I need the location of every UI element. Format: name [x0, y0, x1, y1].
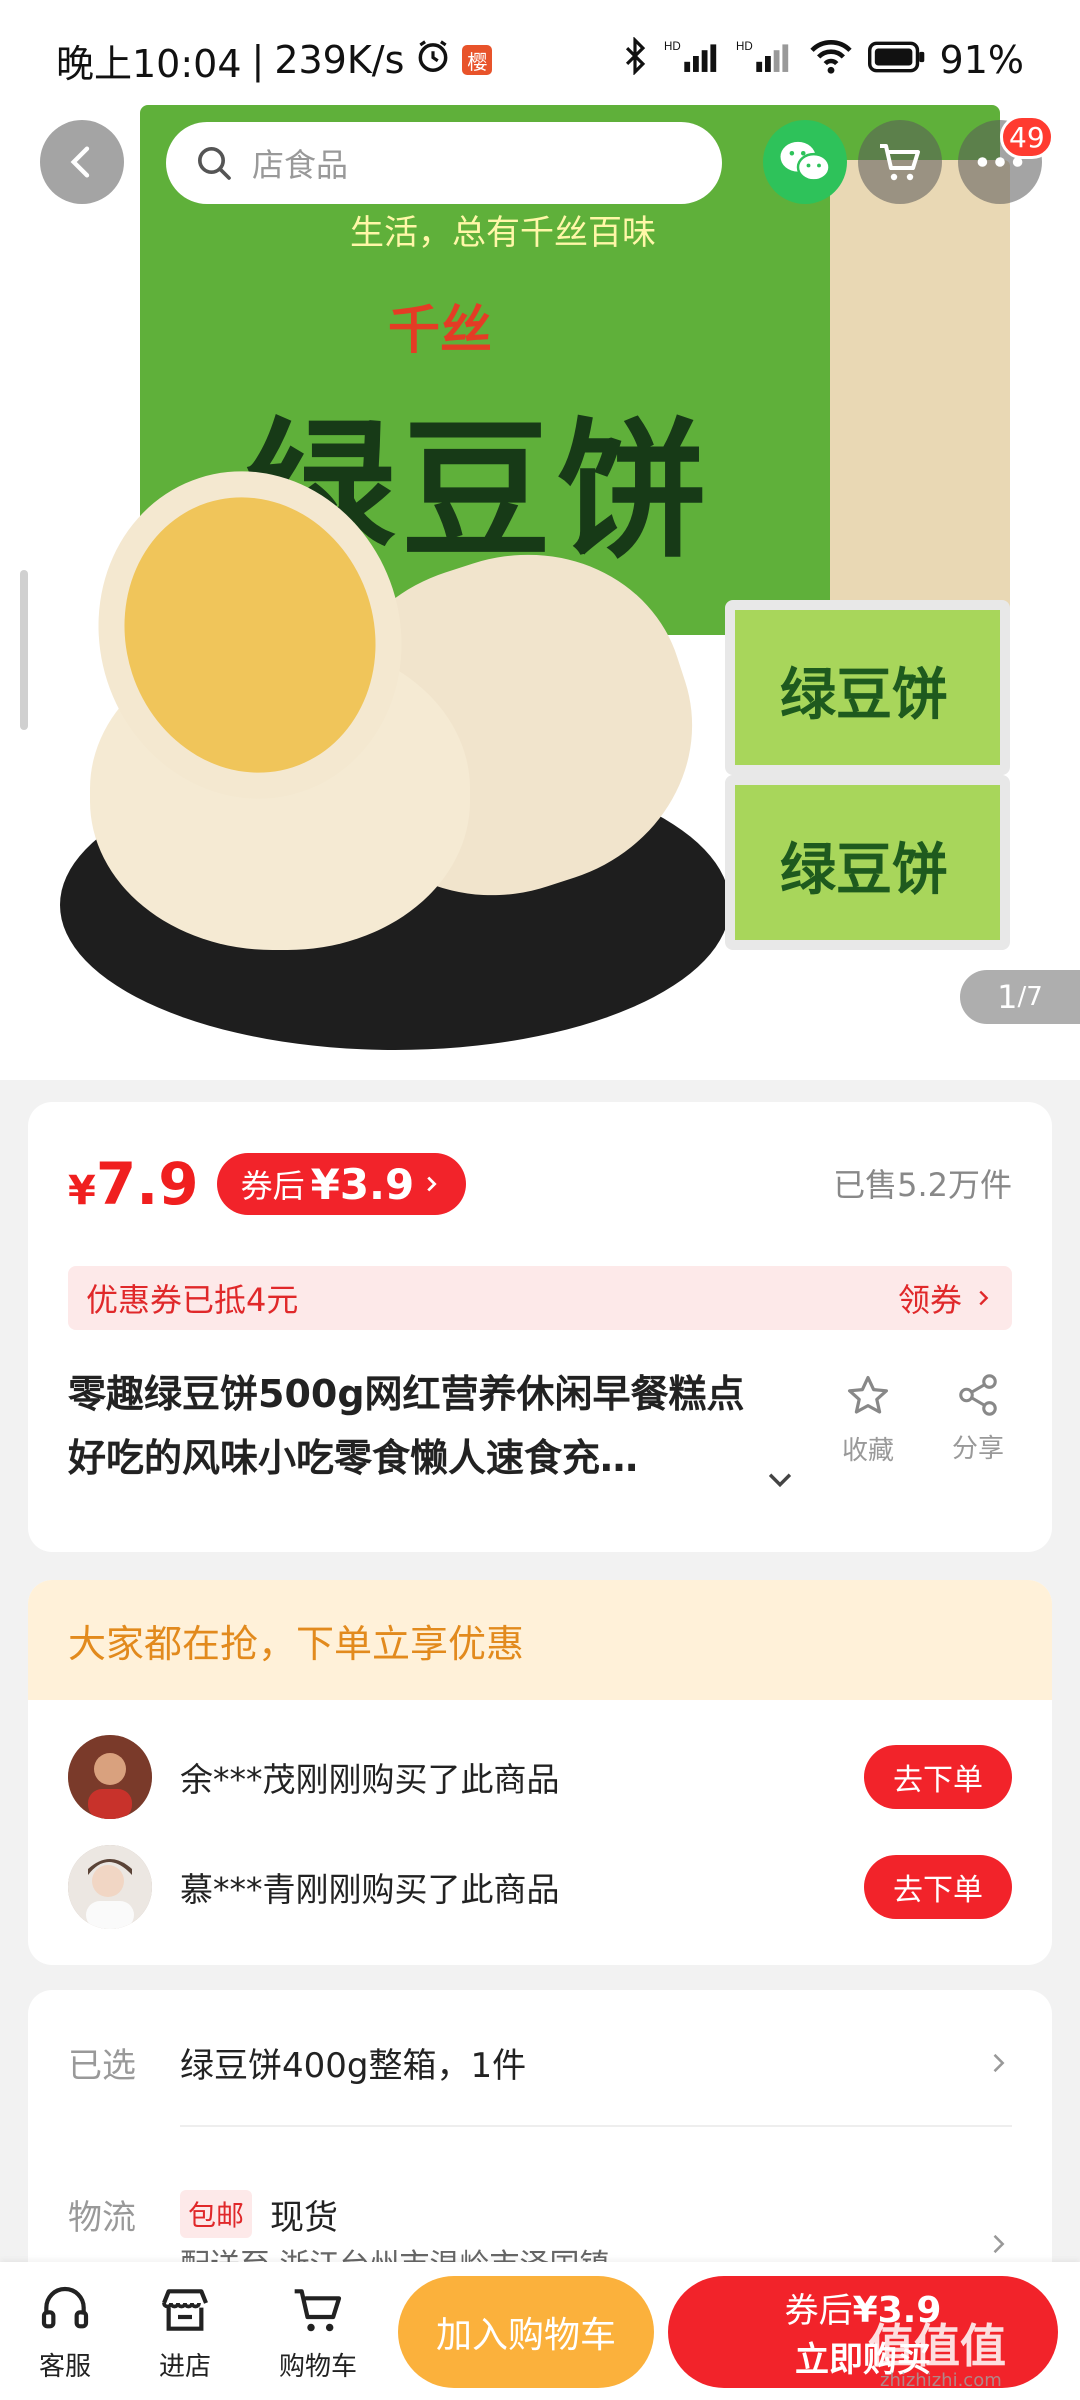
coupon-bar[interactable]: 优惠券已抵4元 领券: [68, 1266, 1012, 1330]
signal-icon: HD: [664, 37, 722, 84]
status-separator: |: [251, 38, 265, 82]
packet-image: 绿豆饼: [725, 600, 1010, 775]
chevron-right-icon: [993, 2053, 1005, 2072]
cart-label: 购物车: [278, 2352, 357, 2382]
store-label: 进店: [158, 2352, 211, 2382]
wifi-icon: [808, 37, 854, 84]
avatar: [68, 1735, 152, 1819]
cart-icon: [294, 2289, 342, 2332]
scroll-indicator: [20, 570, 28, 730]
star-icon: [848, 1376, 888, 1414]
expand-title-button[interactable]: [763, 1462, 797, 1500]
bluetooth-icon: [620, 35, 650, 84]
product-title: 零趣绿豆饼500g网红营养休闲早餐糕点好吃的风味小吃零食懒人速食充…: [68, 1372, 745, 1480]
product-box-side: [830, 160, 1010, 640]
collect-label: 收藏: [841, 1436, 894, 1466]
buyer-row: 慕***青刚刚购买了此商品 去下单: [68, 1845, 1012, 1929]
customer-service-label: 客服: [38, 2352, 91, 2382]
share-button[interactable]: 分享: [938, 1372, 1018, 1465]
price-row: ¥7.9 券后 ¥3.9: [68, 1150, 467, 1218]
avatar: [68, 1845, 152, 1929]
battery-percent: 91%: [939, 38, 1024, 82]
stock-status: 现货: [270, 2197, 339, 2238]
cart-tab[interactable]: 购物车: [263, 2282, 373, 2383]
store-icon: [162, 2289, 208, 2331]
box-brand-logo: 千丝: [388, 300, 493, 361]
search-placeholder: 店食品: [252, 146, 349, 184]
search-icon: [198, 147, 231, 180]
chevron-right-icon: [427, 1176, 437, 1192]
customer-service-tab[interactable]: 客服: [10, 2282, 120, 2383]
current-price: ¥7.9: [68, 1150, 199, 1218]
selected-label: 已选: [68, 2046, 136, 2086]
logistics-label: 物流: [68, 2197, 136, 2238]
gallery-page-indicator: 1/7: [960, 970, 1080, 1024]
headset-icon: [41, 2286, 89, 2329]
cart-button[interactable]: [858, 120, 942, 204]
battery-icon: [867, 38, 926, 82]
watermark-url: zhizhizhi.com: [880, 2370, 1002, 2391]
wechat-share-button[interactable]: [763, 120, 847, 204]
store-tab[interactable]: 进店: [130, 2282, 240, 2383]
chevron-right-icon: [979, 1290, 989, 1306]
sold-count: 已售5.2万件: [833, 1166, 1012, 1204]
back-button[interactable]: [40, 120, 124, 204]
buyer-message: 余***茂刚刚购买了此商品: [180, 1760, 560, 1799]
status-time: 晚上10:04: [56, 41, 242, 86]
packet-image: 绿豆饼: [725, 775, 1010, 950]
recent-buyers-heading: 大家都在抢，下单立享优惠: [28, 1580, 1052, 1700]
coupon-applied-text: 优惠券已抵4元: [86, 1281, 299, 1319]
recent-buyers-card: 大家都在抢，下单立享优惠 余***茂刚刚购买了此商品 去下单 慕***青刚刚购买…: [28, 1580, 1052, 1965]
chevron-right-icon: [993, 2234, 1005, 2254]
wechat-icon: [780, 141, 831, 182]
share-icon: [959, 1374, 997, 1416]
coupon-price-value: ¥3.9: [310, 1159, 415, 1209]
svg-text:HD: HD: [664, 40, 681, 53]
place-order-button[interactable]: 去下单: [864, 1855, 1012, 1919]
search-bar[interactable]: 店食品: [166, 122, 722, 204]
watermark: 值值值: [868, 2319, 1006, 2373]
cart-icon: [880, 144, 920, 181]
price-card: ¥7.9 券后 ¥3.9 已售5.2万件 优惠券已抵4元 领券 零趣绿豆饼500…: [28, 1102, 1052, 1552]
svg-text:HD: HD: [736, 40, 753, 53]
free-shipping-tag: 包邮: [180, 2190, 253, 2238]
share-label: 分享: [951, 1434, 1004, 1464]
chevron-left-icon: [70, 146, 90, 178]
buyer-message: 慕***青刚刚购买了此商品: [180, 1870, 560, 1909]
buyer-row: 余***茂刚刚购买了此商品 去下单: [68, 1735, 1012, 1819]
notification-count-badge: 49: [1000, 115, 1054, 159]
status-speed: 239K/s: [274, 38, 405, 82]
chevron-down-icon: [768, 1473, 792, 1488]
signal-icon: HD: [736, 37, 794, 84]
place-order-button[interactable]: 去下单: [864, 1745, 1012, 1809]
status-bar: 晚上10:04 | 239K/s 樱 HD HD 91%: [0, 0, 1080, 120]
get-coupon-link[interactable]: 领券: [898, 1275, 994, 1321]
divider: [180, 2125, 1012, 2127]
app-notification-icon: 樱: [462, 45, 493, 75]
coupon-price-pill[interactable]: 券后 ¥3.9: [216, 1153, 467, 1215]
coupon-price-prefix: 券后: [240, 1167, 305, 1205]
alarm-icon: [414, 37, 452, 84]
selected-value: 绿豆饼400g整箱，1件: [180, 2046, 527, 2086]
box-slogan: 生活，总有千丝百味: [350, 213, 656, 253]
collect-button[interactable]: 收藏: [828, 1372, 908, 1467]
selected-spec-row[interactable]: 已选 绿豆饼400g整箱，1件: [68, 2038, 1012, 2087]
add-to-cart-button[interactable]: 加入购物车: [398, 2276, 654, 2388]
